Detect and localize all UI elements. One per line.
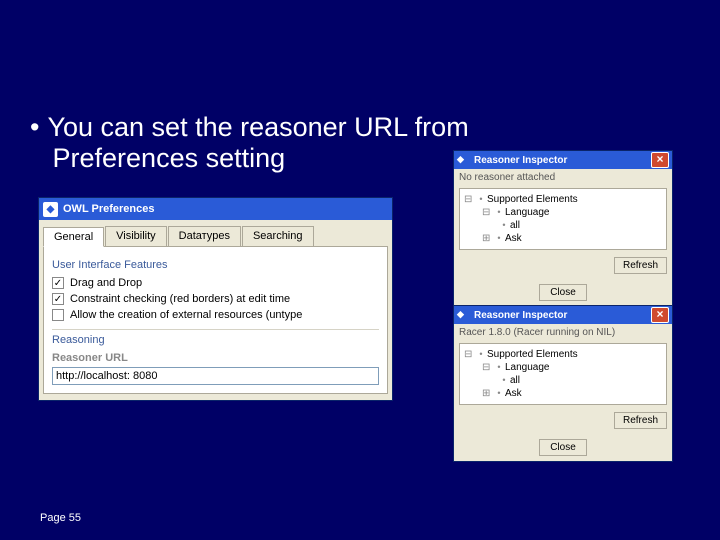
reasoner-inspector-1: ◆ Reasoner Inspector × No reasoner attac… [453,150,673,307]
bullet-dot: • [30,112,39,142]
owl-preferences-window: ◆ OWL Preferences General Visibility Dat… [38,197,393,401]
inspector1-close-row: Close [454,279,672,306]
drag-drop-label: Drag and Drop [70,277,142,289]
inspector1-tree[interactable]: ⊟•Supported Elements ⊟•Language •all ⊞•A… [459,188,667,250]
inspector1-button-row: Refresh [454,252,672,279]
inspector1-titlebar[interactable]: ◆ Reasoner Inspector × [454,151,672,169]
inspector1-subtitle: No reasoner attached [454,169,672,186]
inspector2-close-button[interactable]: × [651,307,669,323]
slide-bullet: • You can set the reasoner URL from Prefe… [30,112,469,174]
owl-titlebar[interactable]: ◆ OWL Preferences [39,198,392,220]
inspector2-tree[interactable]: ⊟•Supported Elements ⊟•Language •all ⊞•A… [459,343,667,405]
tree-expander-icon[interactable]: ⊞ [482,232,492,245]
tree-expander-icon[interactable]: ⊟ [464,348,474,361]
ui-features-label: User Interface Features [52,259,379,271]
owl-tabs: General Visibility Datатypes Searching [39,220,392,246]
tree-expander-icon[interactable]: ⊟ [482,206,492,219]
tab-general[interactable]: General [43,227,104,247]
tree-expander-icon[interactable]: ⊟ [464,193,474,206]
insp2-child2: all [510,374,520,387]
owl-tab-body: User Interface Features ✓ Drag and Drop … [43,246,388,394]
constraint-row: ✓ Constraint checking (red borders) at e… [52,293,379,305]
constraint-label: Constraint checking (red borders) at edi… [70,293,290,305]
owl-app-icon: ◆ [43,202,58,217]
inspector2-titlebar[interactable]: ◆ Reasoner Inspector × [454,306,672,324]
inspector1-close-button[interactable]: × [651,152,669,168]
inspector1-close-button2[interactable]: Close [539,284,587,301]
inspector2-close-row: Close [454,434,672,461]
tree-expander-icon[interactable]: ⊞ [482,387,492,400]
tab-datatypes[interactable]: Datатypes [168,226,241,246]
reasoner-url-input[interactable] [52,367,379,385]
external-checkbox[interactable] [52,309,64,321]
tab-visibility[interactable]: Visibility [105,226,167,246]
drag-drop-checkbox[interactable]: ✓ [52,277,64,289]
inspector1-refresh-button[interactable]: Refresh [614,257,667,274]
insp1-child3: Ask [505,232,522,245]
constraint-checkbox[interactable]: ✓ [52,293,64,305]
inspector1-app-icon: ◆ [457,154,470,167]
inspector2-app-icon: ◆ [457,309,470,322]
inspector2-close-button2[interactable]: Close [539,439,587,456]
insp1-child1: Language [505,206,550,219]
reasoner-url-label: Reasoner URL [52,352,379,364]
insp2-child1: Language [505,361,550,374]
reasoner-inspector-2: ◆ Reasoner Inspector × Racer 1.8.0 (Race… [453,305,673,462]
inspector1-title: Reasoner Inspector [474,155,567,166]
page-number: Page 55 [40,512,81,524]
drag-drop-row: ✓ Drag and Drop [52,277,379,289]
inspector2-subtitle: Racer 1.8.0 (Racer running on NIL) [454,324,672,341]
external-row: Allow the creation of external resources… [52,309,379,321]
tab-searching[interactable]: Searching [242,226,314,246]
insp1-root: Supported Elements [487,193,578,206]
insp1-child2: all [510,219,520,232]
insp2-child3: Ask [505,387,522,400]
inspector2-button-row: Refresh [454,407,672,434]
tree-expander-icon[interactable]: ⊟ [482,361,492,374]
bullet-line1: You can set the reasoner URL from [47,112,468,142]
divider [52,329,379,330]
inspector2-title: Reasoner Inspector [474,310,567,321]
bullet-line2: Preferences setting [53,143,286,173]
reasoning-label: Reasoning [52,334,379,346]
owl-title: OWL Preferences [63,203,155,215]
external-label: Allow the creation of external resources… [70,309,302,321]
insp2-root: Supported Elements [487,348,578,361]
inspector2-refresh-button[interactable]: Refresh [614,412,667,429]
